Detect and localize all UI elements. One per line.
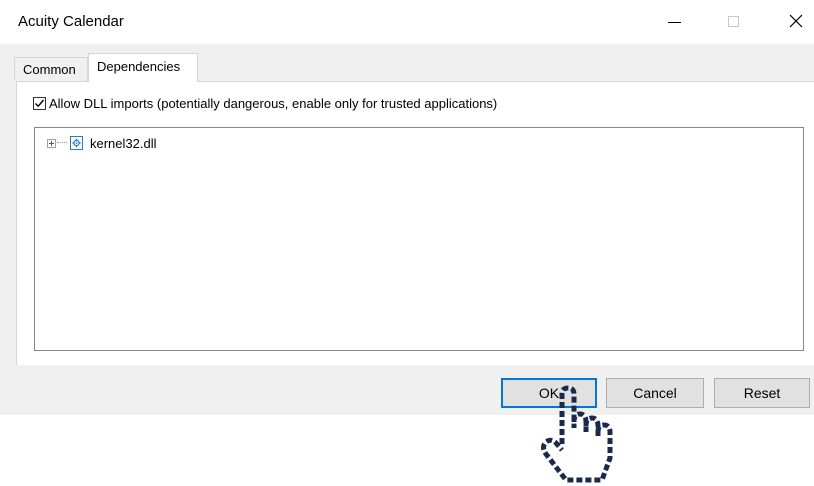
window-title: Acuity Calendar	[18, 13, 124, 30]
tab-common[interactable]: Common	[14, 57, 88, 81]
tab-dependencies[interactable]: Dependencies	[88, 53, 198, 82]
tree-connector	[57, 142, 67, 144]
close-button[interactable]	[770, 0, 814, 44]
title-bar: Acuity Calendar	[0, 0, 814, 44]
minimize-button[interactable]	[654, 0, 700, 44]
tree-item-label: kernel32.dll	[90, 135, 157, 151]
expand-plus-icon[interactable]	[47, 138, 56, 148]
tree-item-kernel32[interactable]: kernel32.dll	[47, 135, 157, 151]
button-bar: OK Cancel Reset	[0, 365, 814, 415]
allow-dll-imports-row[interactable]: Allow DLL imports (potentially dangerous…	[33, 95, 497, 111]
checkmark-icon	[35, 99, 45, 107]
dependencies-panel: Allow DLL imports (potentially dangerous…	[16, 81, 814, 365]
allow-dll-imports-label: Allow DLL imports (potentially dangerous…	[49, 95, 498, 111]
maximize-button[interactable]	[710, 0, 756, 44]
reset-button[interactable]: Reset	[714, 378, 810, 408]
dialog-window: Acuity Calendar Common Dependencies Allo…	[0, 0, 814, 415]
maximize-icon	[728, 16, 739, 27]
gear-dll-icon	[70, 136, 83, 150]
cancel-button[interactable]: Cancel	[606, 378, 704, 408]
allow-dll-imports-checkbox[interactable]	[33, 96, 46, 110]
close-icon	[789, 14, 803, 28]
dependency-tree[interactable]: kernel32.dll	[34, 127, 804, 351]
ok-button[interactable]: OK	[501, 378, 597, 408]
minimize-icon	[668, 22, 681, 23]
